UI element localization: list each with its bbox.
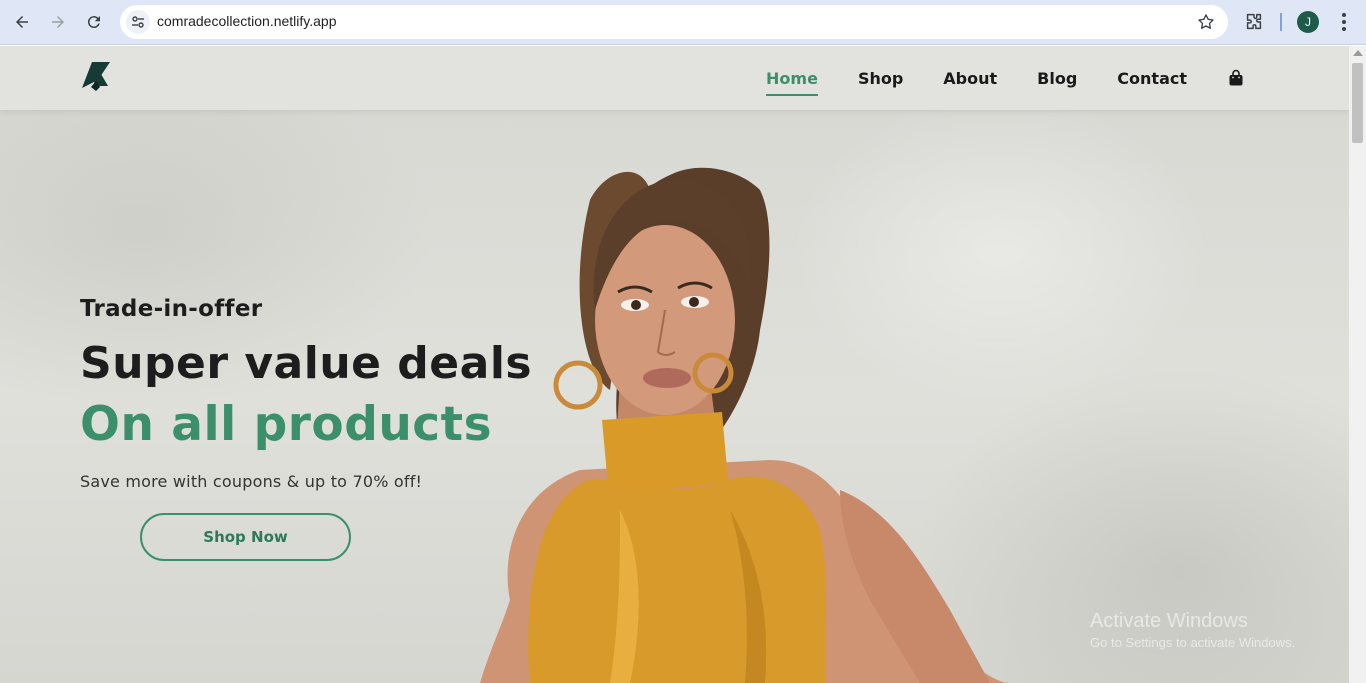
url-text[interactable]: comradecollection.netlify.app — [157, 13, 337, 29]
nav-link-home[interactable]: Home — [766, 65, 818, 96]
address-bar[interactable]: comradecollection.netlify.app — [120, 5, 1228, 39]
hero-section: Trade-in-offer Super value deals On all … — [0, 110, 1349, 683]
kebab-menu-icon[interactable] — [1334, 11, 1354, 33]
reload-icon — [87, 16, 100, 29]
reload-button[interactable] — [81, 9, 107, 35]
site-settings-button[interactable] — [126, 10, 150, 34]
hero-headline: Super value deals — [80, 338, 533, 389]
bookmark-star-icon[interactable] — [1196, 12, 1216, 32]
forward-button[interactable] — [45, 9, 71, 35]
main-navigation: Home Shop About Blog Contact — [726, 46, 1245, 110]
shop-now-button[interactable]: Shop Now — [140, 513, 351, 561]
nav-link-blog[interactable]: Blog — [1037, 65, 1077, 92]
browser-toolbar: comradecollection.netlify.app J — [0, 0, 1366, 45]
scroll-up-arrow-icon[interactable] — [1353, 50, 1363, 56]
forward-arrow-icon — [52, 16, 64, 28]
watermark-title: Activate Windows — [1090, 610, 1248, 632]
nav-link-contact[interactable]: Contact — [1117, 65, 1187, 92]
comrade-logo-icon[interactable] — [80, 60, 112, 92]
shopping-bag-icon[interactable] — [1227, 69, 1245, 87]
hero-subtitle: Trade-in-offer — [80, 296, 263, 322]
hero-headline-accent: On all products — [80, 397, 493, 452]
site-settings-icon — [132, 16, 144, 28]
site-header: Home Shop About Blog Contact — [0, 46, 1349, 110]
back-arrow-icon — [16, 16, 28, 28]
extensions-puzzle-icon[interactable] — [1243, 11, 1265, 33]
toolbar-divider — [1280, 13, 1282, 31]
hero-model-image — [480, 167, 1010, 683]
page-viewport: Home Shop About Blog Contact Trade-in-of… — [0, 46, 1349, 683]
hero-tagline: Save more with coupons & up to 70% off! — [80, 472, 423, 491]
page-scrollbar[interactable] — [1349, 46, 1366, 683]
profile-avatar[interactable]: J — [1297, 11, 1319, 33]
back-button[interactable] — [9, 9, 35, 35]
scrollbar-thumb[interactable] — [1352, 63, 1363, 143]
nav-link-about[interactable]: About — [943, 65, 997, 92]
windows-activation-watermark: Activate Windows Go to Settings to activ… — [1090, 610, 1295, 650]
watermark-subtitle: Go to Settings to activate Windows. — [1090, 635, 1296, 650]
nav-link-shop[interactable]: Shop — [858, 65, 903, 92]
